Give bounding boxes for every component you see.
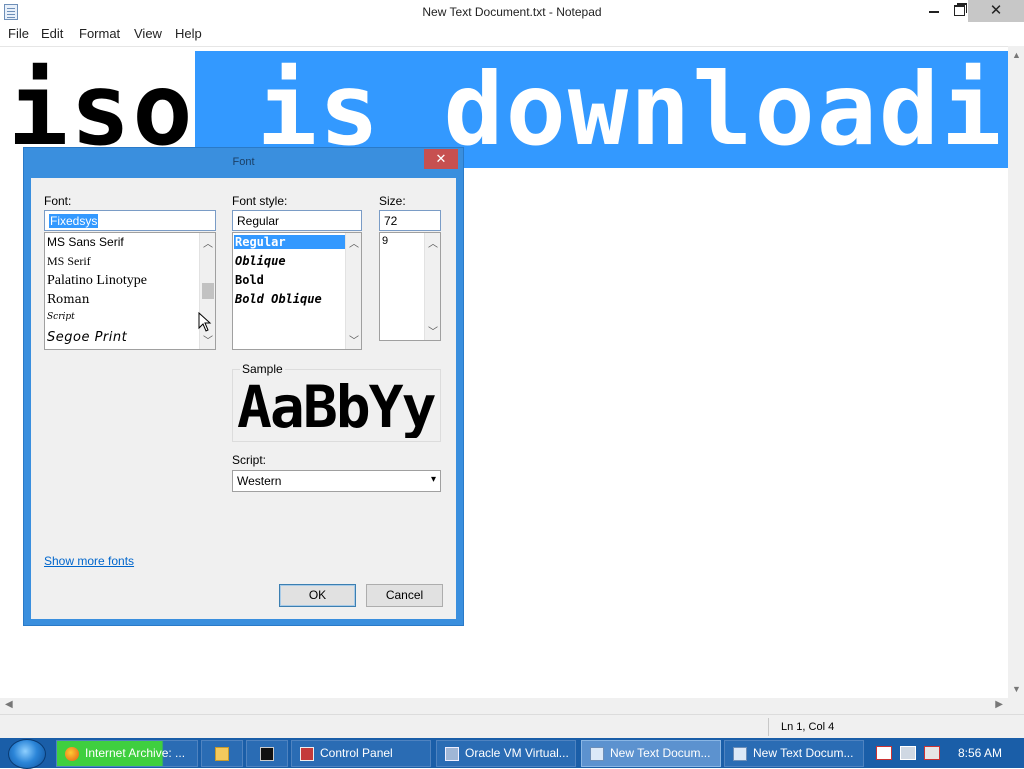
font-list-item[interactable]: Palatino Linotype xyxy=(47,273,147,289)
menu-view[interactable]: View xyxy=(134,26,162,41)
size-input[interactable]: 72 xyxy=(379,210,441,231)
dialog-close-button[interactable]: ✕ xyxy=(424,149,458,169)
clock[interactable]: 8:56 AM xyxy=(958,746,1002,760)
scroll-thumb[interactable] xyxy=(202,283,214,299)
cursor-position: Ln 1, Col 4 xyxy=(781,721,835,733)
menu-bar: File Edit Format View Help xyxy=(0,24,1024,44)
menu-edit[interactable]: Edit xyxy=(41,26,63,41)
status-separator xyxy=(768,718,769,736)
task-file-explorer[interactable] xyxy=(201,740,243,767)
action-center-icon[interactable] xyxy=(876,746,892,760)
start-button[interactable] xyxy=(8,739,46,769)
sample-label: Sample xyxy=(240,362,285,376)
font-style-list[interactable]: Regular Oblique Bold Bold Oblique ︿ ﹀ xyxy=(232,232,362,350)
task-label: New Text Docum... xyxy=(610,746,711,760)
font-style-item[interactable]: Oblique xyxy=(235,254,286,268)
cancel-button[interactable]: Cancel xyxy=(366,584,443,607)
mouse-cursor-icon xyxy=(198,312,212,332)
task-control-panel[interactable]: Control Panel xyxy=(291,740,431,767)
font-style-item[interactable]: Bold Oblique xyxy=(235,292,322,306)
virtualbox-icon xyxy=(445,747,459,761)
font-style-scrollbar[interactable]: ︿ ﹀ xyxy=(345,233,361,349)
firefox-icon xyxy=(65,747,79,761)
scroll-up-arrow-icon[interactable]: ︿ xyxy=(349,235,359,250)
network-icon[interactable] xyxy=(900,746,916,760)
scroll-left-arrow-icon[interactable]: ◀ xyxy=(5,699,13,710)
size-list-item[interactable]: 9 xyxy=(382,235,388,247)
font-name-input[interactable]: Fixedsys xyxy=(44,210,216,231)
scroll-down-arrow-icon[interactable]: ﹀ xyxy=(203,332,213,347)
size-list[interactable]: 9 ︿ ﹀ xyxy=(379,232,441,341)
task-label: Internet Archive: ... xyxy=(85,746,186,760)
size-list-scrollbar[interactable]: ︿ ﹀ xyxy=(424,233,440,340)
menu-file[interactable]: File xyxy=(8,26,29,41)
scroll-down-arrow-icon[interactable]: ﹀ xyxy=(428,323,438,338)
menu-help[interactable]: Help xyxy=(175,26,202,41)
ok-button[interactable]: OK xyxy=(279,584,356,607)
script-value: Western xyxy=(237,474,282,488)
font-dialog: Font ✕ Font: Fixedsys MS Sans Serif MS S… xyxy=(23,147,464,626)
task-label: Oracle VM Virtual... xyxy=(465,746,569,760)
task-internet-archive[interactable]: Internet Archive: ... xyxy=(56,740,198,767)
font-style-item-selected[interactable]: Regular xyxy=(234,235,345,249)
task-label: New Text Docum... xyxy=(753,746,854,760)
task-cmd[interactable] xyxy=(246,740,288,767)
sample-box: Sample AaBbYy xyxy=(232,362,441,442)
vertical-scrollbar[interactable]: ▲ ▼ xyxy=(1008,46,1024,698)
font-list-item[interactable]: Script xyxy=(47,312,75,322)
font-list-item[interactable]: MS Serif xyxy=(47,254,91,269)
font-name-value: Fixedsys xyxy=(49,214,99,228)
cmd-icon xyxy=(260,747,274,761)
scrollbar-corner xyxy=(1008,698,1024,714)
font-label: Font: xyxy=(44,194,72,208)
script-select[interactable]: Western ▾ xyxy=(232,470,441,492)
scroll-up-arrow-icon[interactable]: ▲ xyxy=(1012,50,1021,60)
menu-format[interactable]: Format xyxy=(79,26,120,41)
close-button[interactable]: ✕ xyxy=(968,0,1024,22)
font-list-item[interactable]: Roman xyxy=(47,292,90,306)
notepad-task-icon xyxy=(590,747,604,761)
window-title: New Text Document.txt - Notepad xyxy=(422,5,602,19)
chevron-down-icon[interactable]: ▾ xyxy=(431,474,436,485)
task-notepad-active[interactable]: New Text Docum... xyxy=(581,740,721,767)
scroll-right-arrow-icon[interactable]: ▶ xyxy=(995,699,1003,710)
horizontal-scrollbar[interactable]: ◀ ▶ xyxy=(0,698,1008,714)
script-label: Script: xyxy=(232,453,267,467)
show-more-fonts-link[interactable]: Show more fonts xyxy=(44,554,134,568)
font-style-input[interactable]: Regular xyxy=(232,210,362,231)
sample-text: AaBbYy xyxy=(237,376,437,438)
dialog-title: Font xyxy=(232,156,255,168)
task-virtualbox[interactable]: Oracle VM Virtual... xyxy=(436,740,576,767)
volume-muted-icon[interactable] xyxy=(924,746,940,760)
scroll-down-arrow-icon[interactable]: ▼ xyxy=(1012,684,1021,694)
task-notepad[interactable]: New Text Docum... xyxy=(724,740,864,767)
title-bar: New Text Document.txt - Notepad ✕ xyxy=(0,0,1024,24)
font-list-item[interactable]: MS Sans Serif xyxy=(47,235,124,249)
scroll-up-arrow-icon[interactable]: ︿ xyxy=(203,235,213,250)
font-list[interactable]: MS Sans Serif MS Serif Palatino Linotype… xyxy=(44,232,216,350)
file-explorer-icon xyxy=(215,747,229,761)
system-tray: 8:56 AM xyxy=(866,738,1024,768)
dialog-body: Font: Fixedsys MS Sans Serif MS Serif Pa… xyxy=(31,178,456,619)
font-list-item[interactable]: Segoe Print xyxy=(47,330,127,345)
scroll-down-arrow-icon[interactable]: ﹀ xyxy=(349,332,359,347)
task-label: Control Panel xyxy=(320,746,393,760)
scroll-up-arrow-icon[interactable]: ︿ xyxy=(428,235,438,250)
font-style-item[interactable]: Bold xyxy=(235,273,264,287)
control-panel-icon xyxy=(300,747,314,761)
status-bar: Ln 1, Col 4 xyxy=(0,714,1024,738)
taskbar: Internet Archive: ... Control Panel Orac… xyxy=(0,738,1024,769)
notepad-task-icon xyxy=(733,747,747,761)
font-style-label: Font style: xyxy=(232,194,288,208)
size-label: Size: xyxy=(379,194,406,208)
